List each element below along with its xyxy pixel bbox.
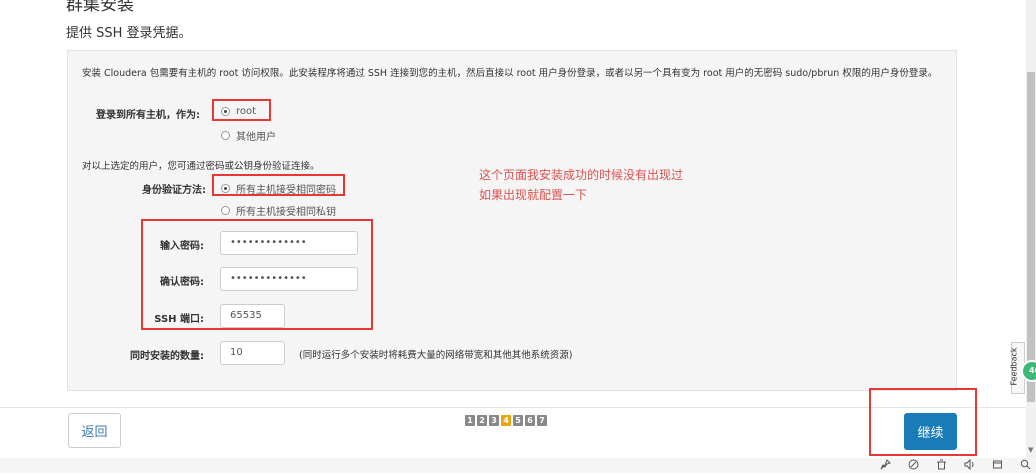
feedback-label: Feedback (1009, 347, 1019, 386)
radio-same-key[interactable]: 所有主机接受相同私钥 (221, 203, 336, 218)
feedback-badge-count: 46 (1029, 366, 1036, 375)
step-2: 2 (477, 415, 487, 426)
step-7: 7 (537, 415, 547, 426)
login-as-label: 登录到所有主机，作为: (96, 110, 200, 121)
parallel-installs-hint: (同时运行多个安装时将耗费大量的网络带宽和其他其他系统资源) (299, 350, 573, 361)
step-1: 1 (465, 415, 475, 426)
parallel-installs-field[interactable]: 10 (220, 341, 285, 365)
scrollbar-thumb[interactable] (1027, 72, 1035, 402)
system-tray (880, 458, 1031, 473)
feedback-badge[interactable]: 46 (1021, 360, 1036, 382)
annotation-line-2: 如果出现就配置一下 (479, 188, 588, 202)
back-button[interactable]: 返回 (68, 413, 121, 448)
search-icon[interactable] (1020, 459, 1031, 473)
parallel-installs-label: 同时安装的数量: (130, 351, 204, 362)
intro-text: 安装 Cloudera 包需要有主机的 root 访问权限。此安装程序将通过 S… (82, 68, 938, 79)
radio-dot[interactable] (221, 131, 230, 140)
radio-other-user[interactable]: 其他用户 (221, 128, 276, 143)
pen-icon[interactable] (908, 459, 919, 473)
annotation-line-1: 这个页面我安装成功的时候没有出现过 (479, 168, 684, 182)
trash-icon[interactable] (936, 459, 947, 473)
pin-icon[interactable] (880, 459, 891, 473)
highlight-box-continue (869, 388, 977, 456)
radio-other-user-label: 其他用户 (236, 132, 276, 143)
highlight-box-fields (141, 219, 373, 330)
speaker-icon[interactable] (964, 458, 975, 473)
page-heading: 群集安装 (66, 0, 134, 15)
auth-note: 对以上选定的用户，您可通过密码或公钥身份验证连接。 (82, 161, 320, 172)
step-4-current: 4 (501, 415, 511, 426)
radio-same-key-label: 所有主机接受相同私钥 (236, 207, 336, 218)
radio-dot[interactable] (221, 206, 230, 215)
page-subtitle: 提供 SSH 登录凭据。 (66, 26, 192, 41)
step-6: 6 (525, 415, 535, 426)
highlight-box-auth (212, 174, 345, 196)
auth-method-label: 身份验证方法: (142, 185, 206, 196)
step-5: 5 (513, 415, 523, 426)
window-icon[interactable] (992, 459, 1003, 473)
step-indicator: 1 2 3 4 5 6 7 (465, 415, 547, 426)
step-3: 3 (489, 415, 499, 426)
scroll-down-arrow-icon[interactable]: ▼ (1028, 446, 1033, 454)
highlight-box-root (212, 99, 271, 121)
